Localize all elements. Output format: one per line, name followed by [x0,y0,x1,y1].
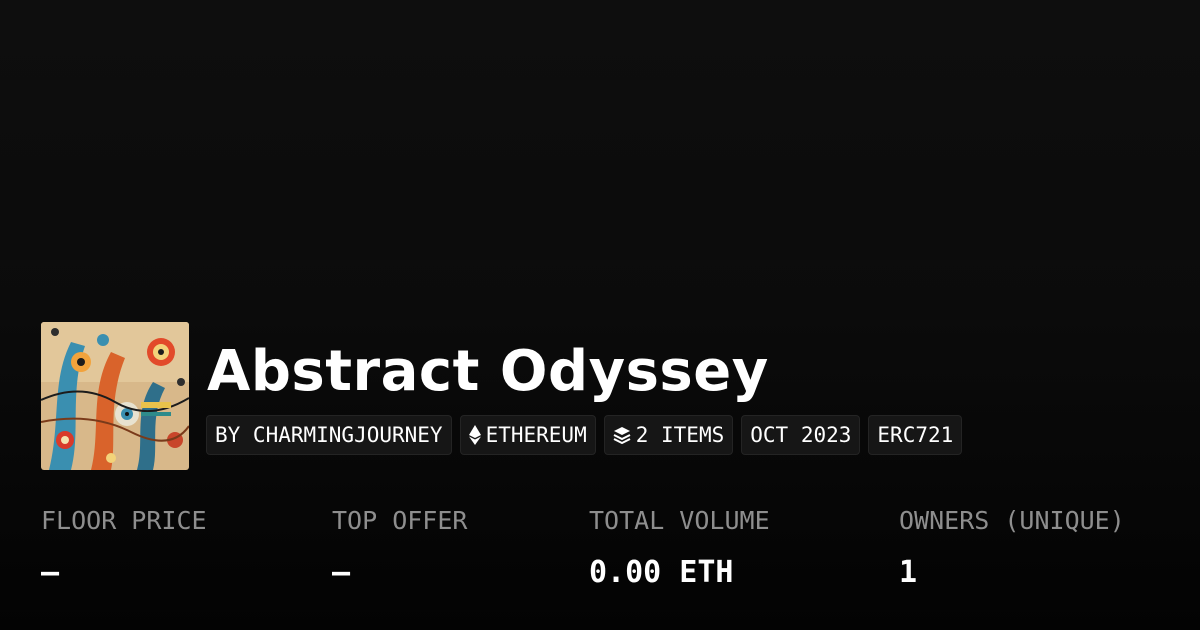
tag-creator-label: BY CHARMINGJOURNEY [215,423,443,447]
collection-thumbnail[interactable] [41,322,189,470]
tag-creator[interactable]: BY CHARMINGJOURNEY [206,415,452,455]
total-volume-label: TOTAL VOLUME [589,506,770,535]
collection-tags: BY CHARMINGJOURNEY ETHEREUM 2 ITEMS OCT … [206,415,963,455]
ethereum-icon [468,425,481,445]
tag-chain[interactable]: ETHEREUM [459,415,596,455]
top-offer-value: – [332,555,351,590]
top-offer-label: TOP OFFER [332,506,468,535]
stat-top-offer: TOP OFFER – [332,503,467,593]
collection-card: Abstract Odyssey BY CHARMINGJOURNEY ETHE… [0,0,1200,630]
stat-total-volume: TOTAL VOLUME 0.00 ETH [589,503,770,593]
stat-owners: OWNERS (UNIQUE) 1 [899,503,1125,593]
tag-standard-label: ERC721 [877,423,954,447]
total-volume-value: 0.00 ETH [589,555,734,590]
owners-value: 1 [899,555,918,590]
tag-chain-label: ETHEREUM [485,423,587,447]
layers-icon [613,426,631,444]
stat-floor-price: FLOOR PRICE – [41,503,207,593]
tag-date-label: OCT 2023 [750,423,852,447]
floor-price-value: – [41,555,60,590]
abstract-artwork-thumbnail [41,322,189,470]
tag-date: OCT 2023 [741,415,861,455]
owners-label: OWNERS (UNIQUE) [899,506,1125,535]
tag-items[interactable]: 2 ITEMS [603,415,734,455]
collection-title: Abstract Odyssey [207,339,769,404]
tag-standard: ERC721 [868,415,963,455]
floor-price-label: FLOOR PRICE [41,506,207,535]
tag-items-label: 2 ITEMS [635,423,725,447]
